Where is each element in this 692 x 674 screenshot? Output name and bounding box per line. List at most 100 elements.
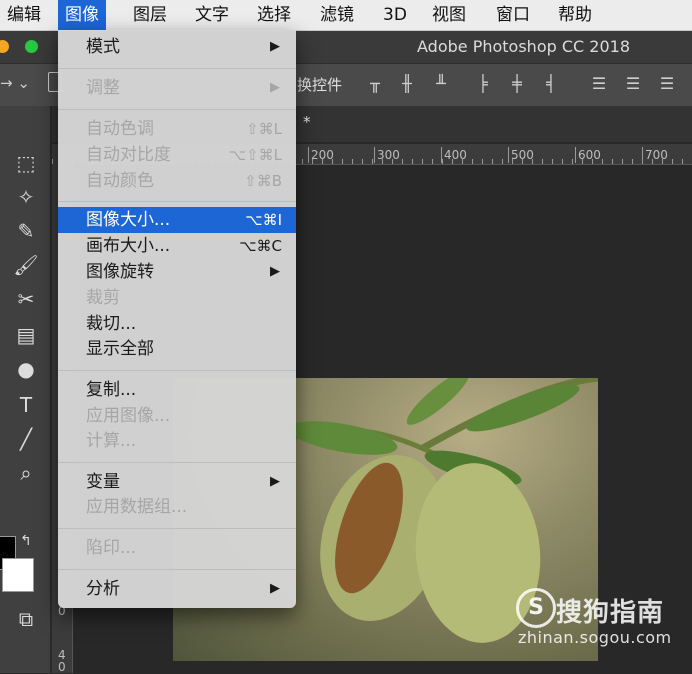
line-tool-icon[interactable]: ╱ (12, 426, 40, 452)
menu-item-image-rotation[interactable]: 图像旋转 ▶ (58, 259, 296, 285)
menu-item-shortcut: ⇧⌘B (244, 172, 282, 190)
zoom-tool-icon[interactable]: ⌕ (12, 460, 40, 486)
menu-item-label: 调整 (86, 78, 120, 98)
menu-filter[interactable]: 滤镜 (313, 0, 361, 30)
menu-item-trap[interactable]: 陷印... (58, 535, 296, 561)
menu-view[interactable]: 视图 (425, 0, 473, 30)
align-left-icon[interactable]: ╞ (474, 75, 492, 93)
menu-item-label: 显示全部 (86, 339, 154, 359)
menu-item-crop[interactable]: 裁剪 (58, 285, 296, 311)
align-top-icon[interactable]: ╥ (366, 75, 384, 93)
menu-separator (58, 370, 296, 371)
image-menu-dropdown: 模式 ▶ 调整 ▶ 自动色调 ⇧⌘L 自动对比度 ⌥⇧⌘L 自动颜色 ⇧⌘B 图… (58, 30, 296, 608)
type-tool-icon[interactable]: T (12, 392, 40, 418)
menu-item-canvas-size[interactable]: 画布大小... ⌥⌘C (58, 233, 296, 259)
menu-item-label: 画布大小... (86, 236, 171, 256)
menu-item-label: 应用图像... (86, 406, 171, 426)
vruler-label: 0 (58, 660, 66, 674)
menu-separator (58, 528, 296, 529)
show-transform-controls-label[interactable]: 换控件 (297, 74, 342, 95)
watermark-text: 搜狗指南 (556, 598, 665, 628)
align-vcenter-icon[interactable]: ╫ (398, 75, 416, 93)
distribute-top-icon[interactable]: ☰ (590, 75, 608, 93)
menu-item-label: 裁剪 (86, 288, 120, 308)
align-bottom-icon[interactable]: ╨ (432, 75, 450, 93)
ruler-label: 200 (308, 147, 334, 163)
submenu-arrow-icon: ▶ (270, 80, 280, 95)
ruler-label: 700 (642, 147, 668, 163)
menu-item-label: 自动色调 (86, 119, 154, 139)
submenu-arrow-icon: ▶ (270, 39, 280, 54)
menu-item-apply-image[interactable]: 应用图像... (58, 403, 296, 429)
menu-item-label: 变量 (86, 472, 120, 492)
menu-item-trim[interactable]: 裁切... (58, 311, 296, 337)
watermark-url: zhinan.sogou.com (518, 628, 672, 647)
menu-item-label: 裁切... (86, 314, 137, 334)
menu-window[interactable]: 窗口 (489, 0, 537, 30)
submenu-arrow-icon: ▶ (270, 581, 280, 596)
document-tab[interactable]: * (303, 113, 311, 131)
eyedropper-icon[interactable]: ✎ (12, 218, 40, 244)
menu-item-label: 分析 (86, 579, 120, 599)
menu-edit[interactable]: 编辑 (0, 0, 48, 30)
menu-item-auto-contrast[interactable]: 自动对比度 ⌥⇧⌘L (58, 142, 296, 168)
submenu-arrow-icon: ▶ (270, 474, 280, 489)
menu-item-label: 计算... (86, 431, 137, 451)
marquee-tool-icon[interactable]: ⬚ (12, 150, 40, 176)
menu-separator (58, 109, 296, 110)
window-title: Adobe Photoshop CC 2018 (417, 37, 630, 56)
menu-item-auto-color[interactable]: 自动颜色 ⇧⌘B (58, 168, 296, 194)
ruler-label: 600 (575, 147, 601, 163)
move-tool-arrow-icon[interactable]: → ⌄ (0, 74, 30, 92)
menu-item-label: 自动对比度 (86, 145, 171, 165)
menu-item-label: 图像旋转 (86, 262, 154, 282)
menu-item-image-size[interactable]: 图像大小... ⌥⌘I (58, 207, 296, 233)
menu-item-label: 自动颜色 (86, 171, 154, 191)
background-color-swatch[interactable] (2, 558, 34, 592)
menu-item-shortcut: ⌥⌘I (245, 211, 282, 229)
menu-layer[interactable]: 图层 (126, 0, 174, 30)
menu-item-shortcut: ⌥⇧⌘L (228, 146, 282, 164)
brush-icon[interactable]: 🖌 (12, 252, 40, 278)
menu-help[interactable]: 帮助 (551, 0, 599, 30)
zoom-window-button[interactable] (25, 40, 38, 53)
dodge-icon[interactable]: ● (12, 356, 40, 382)
menu-item-label: 模式 (86, 37, 120, 57)
menu-item-apply-data-set[interactable]: 应用数据组... (58, 494, 296, 520)
menu-item-label: 图像大小... (86, 210, 171, 230)
menu-item-label: 陷印... (86, 538, 137, 558)
menu-item-mode[interactable]: 模式 ▶ (58, 34, 296, 60)
sogou-logo-icon: S (516, 588, 556, 628)
menu-item-duplicate[interactable]: 复制... (58, 377, 296, 403)
menu-item-reveal-all[interactable]: 显示全部 (58, 336, 296, 362)
menu-3d[interactable]: 3D (376, 0, 414, 30)
magic-wand-icon[interactable]: ✧ (12, 184, 40, 210)
menu-type[interactable]: 文字 (188, 0, 236, 30)
menu-item-auto-tone[interactable]: 自动色调 ⇧⌘L (58, 116, 296, 142)
menu-item-shortcut: ⌥⌘C (239, 237, 282, 255)
menu-item-analysis[interactable]: 分析 ▶ (58, 576, 296, 602)
menubar: 编辑 图像 图层 文字 选择 滤镜 3D 视图 窗口 帮助 (0, 0, 692, 31)
menu-item-shortcut: ⇧⌘L (246, 120, 282, 138)
menu-select[interactable]: 选择 (250, 0, 298, 30)
ruler-label: 400 (441, 147, 467, 163)
clone-stamp-icon[interactable]: ✂ (12, 286, 40, 312)
menu-item-label: 复制... (86, 380, 137, 400)
ruler-label: 500 (508, 147, 534, 163)
menu-separator (58, 462, 296, 463)
menu-item-variables[interactable]: 变量 ▶ (58, 469, 296, 495)
menu-item-calculations[interactable]: 计算... (58, 428, 296, 454)
menu-item-label: 应用数据组... (86, 497, 188, 517)
distribute-bottom-icon[interactable]: ☰ (658, 75, 676, 93)
menu-separator (58, 569, 296, 570)
screen-mode-icon[interactable]: ⧉ (12, 606, 40, 632)
menu-separator (58, 68, 296, 69)
menu-image[interactable]: 图像 (58, 0, 106, 30)
swap-colors-icon[interactable]: ↰ (12, 528, 40, 554)
gradient-icon[interactable]: ▤ (12, 322, 40, 348)
menu-item-adjustments[interactable]: 调整 ▶ (58, 75, 296, 101)
submenu-arrow-icon: ▶ (270, 264, 280, 279)
distribute-vcenter-icon[interactable]: ☰ (624, 75, 642, 93)
align-hcenter-icon[interactable]: ╪ (508, 75, 526, 93)
align-right-icon[interactable]: ╡ (542, 75, 560, 93)
